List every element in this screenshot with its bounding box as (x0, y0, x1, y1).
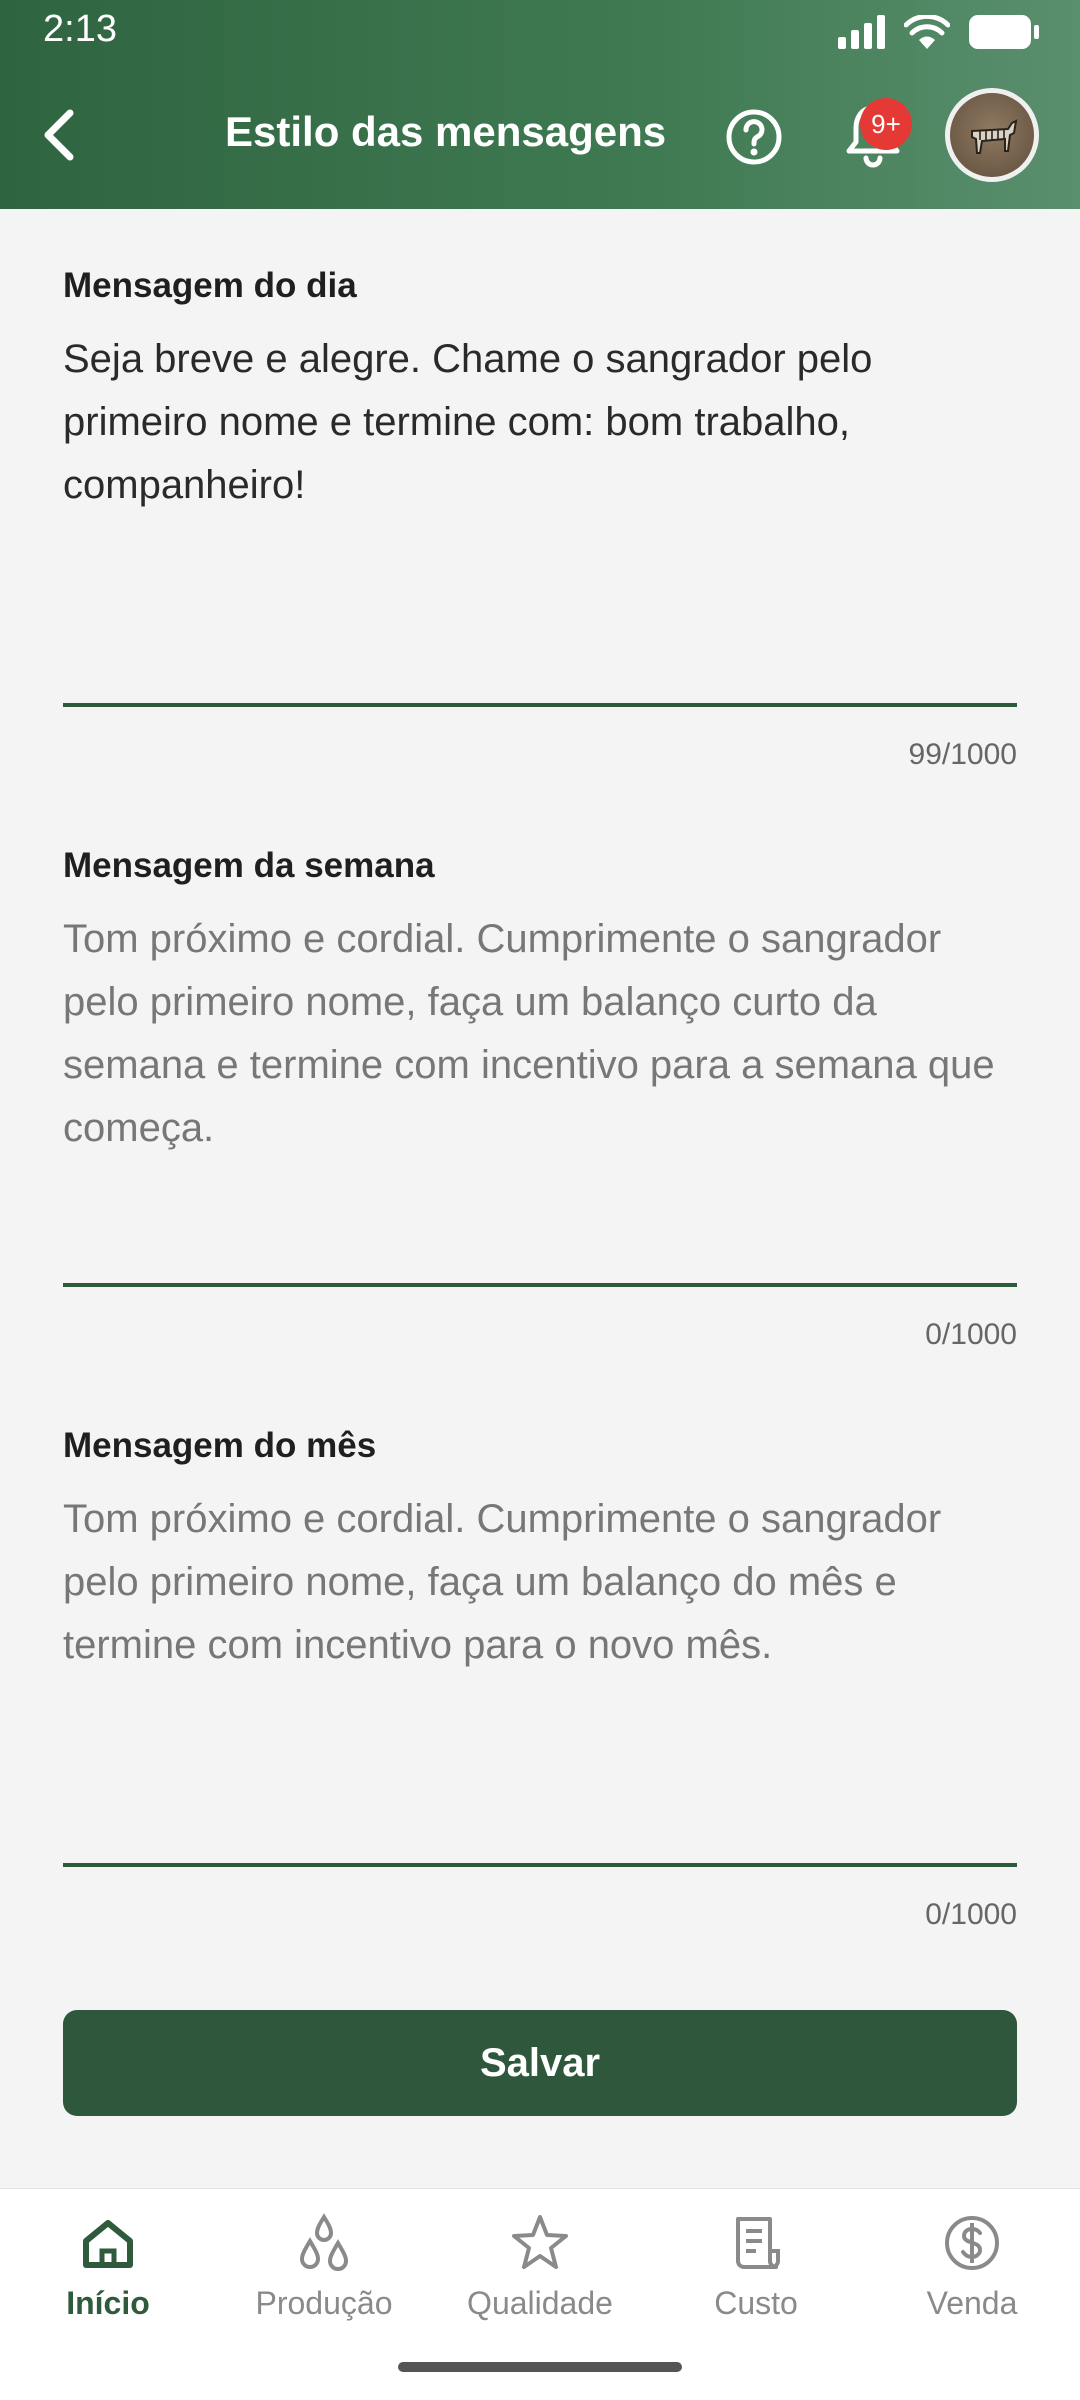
weekly-message-underline (63, 1283, 1017, 1287)
daily-message-counter: 99/1000 (908, 738, 1017, 771)
nav-item-venda[interactable]: Venda (872, 2211, 1072, 2341)
nav-label-producao: Produção (255, 2285, 393, 2321)
save-button[interactable]: Salvar (63, 2010, 1017, 2116)
daily-message-field[interactable]: Mensagem do dia Seja breve e alegre. Cha… (63, 266, 1017, 786)
notification-badge: 9+ (860, 98, 912, 150)
wifi-icon (904, 15, 950, 49)
nav-label-inicio: Início (66, 2285, 150, 2321)
app-screen: 2:13 Estilo das mensagens 9+ Mensagem do… (0, 0, 1080, 2400)
monthly-message-placeholder[interactable]: Tom próximo e cordial. Cumprimente o san… (63, 1488, 1017, 1677)
nav-label-custo: Custo (714, 2285, 798, 2321)
receipt-icon (736, 2217, 780, 2269)
nav-label-venda: Venda (926, 2285, 1018, 2321)
daily-message-underline (63, 703, 1017, 707)
zebra-avatar-icon (971, 119, 1018, 154)
nav-item-qualidade[interactable]: Qualidade (440, 2211, 640, 2341)
monthly-message-field[interactable]: Mensagem do mês Tom próximo e cordial. C… (63, 1426, 1017, 1946)
drops-icon (299, 2213, 349, 2271)
nav-label-qualidade: Qualidade (467, 2285, 613, 2321)
monthly-message-underline (63, 1863, 1017, 1867)
page-title: Estilo das mensagens (225, 108, 667, 155)
monthly-message-counter: 0/1000 (925, 1898, 1017, 1931)
app-header: 2:13 Estilo das mensagens 9+ (0, 0, 1080, 209)
weekly-message-counter: 0/1000 (925, 1318, 1017, 1351)
battery-icon (969, 15, 1039, 49)
nav-item-inicio[interactable]: Início (8, 2211, 208, 2341)
status-time: 2:13 (43, 8, 117, 50)
weekly-message-field[interactable]: Mensagem da semana Tom próximo e cordial… (63, 846, 1017, 1366)
status-icons (838, 10, 1040, 54)
back-button[interactable] (30, 100, 86, 170)
home-icon (83, 2220, 133, 2268)
home-indicator[interactable] (398, 2362, 682, 2372)
star-icon (512, 2215, 568, 2269)
cellular-signal-icon (838, 15, 885, 49)
monthly-message-label: Mensagem do mês (63, 1426, 377, 1465)
nav-item-producao[interactable]: Produção (224, 2211, 424, 2341)
daily-message-label: Mensagem do dia (63, 266, 357, 305)
daily-message-text[interactable]: Seja breve e alegre. Chame o sangrador p… (63, 328, 1017, 517)
back-arrow-icon (44, 109, 74, 161)
dollar-circle-icon (945, 2216, 999, 2270)
help-circle-icon (726, 109, 782, 165)
weekly-message-label: Mensagem da semana (63, 846, 435, 885)
nav-item-custo[interactable]: Custo (656, 2211, 856, 2341)
avatar[interactable] (945, 88, 1039, 182)
help-button[interactable] (724, 107, 784, 167)
weekly-message-placeholder[interactable]: Tom próximo e cordial. Cumprimente o san… (63, 908, 1017, 1160)
